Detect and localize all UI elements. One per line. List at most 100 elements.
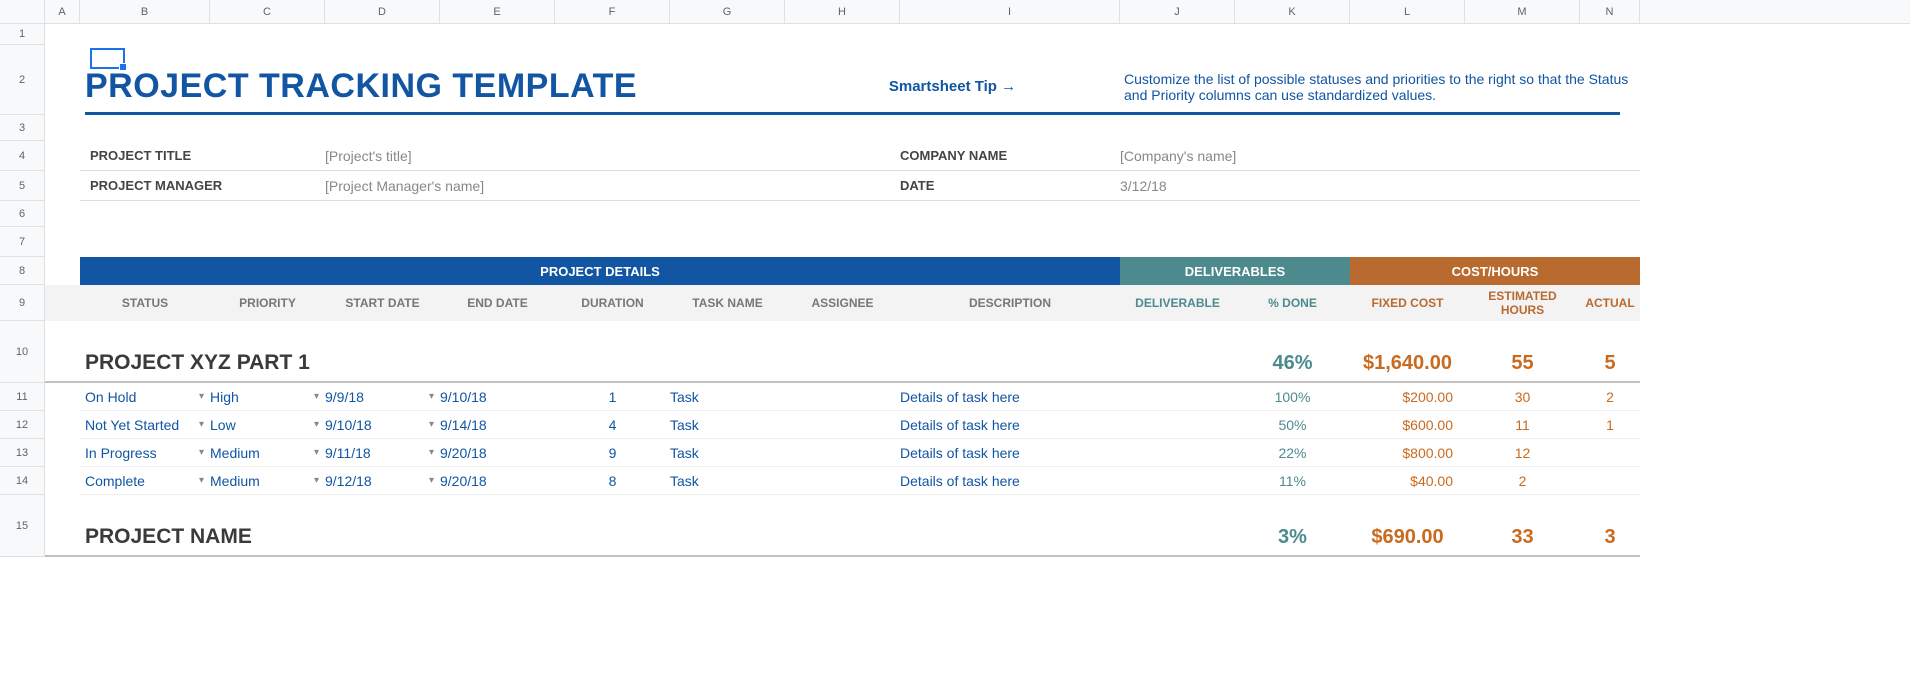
col-header-I[interactable]: I [900,0,1120,23]
task-priority[interactable]: Low▾ [210,411,325,439]
row-header-13[interactable]: 13 [0,439,44,467]
task-start[interactable]: 9/11/18▾ [325,439,440,467]
task-desc[interactable]: Details of task here [900,383,1120,411]
task-cost[interactable]: $600.00 [1350,411,1465,439]
row-header-9[interactable]: 9 [0,285,44,321]
task-actual[interactable] [1580,467,1640,495]
task-deliverable[interactable] [1120,411,1235,439]
task-assignee[interactable] [785,467,900,495]
col-header-E[interactable]: E [440,0,555,23]
col-header-J[interactable]: J [1120,0,1235,23]
col-header-C[interactable]: C [210,0,325,23]
project-manager-value[interactable]: [Project Manager's name] [325,178,900,194]
task-pct[interactable]: 100% [1235,383,1350,411]
dropdown-caret-icon[interactable]: ▾ [429,475,434,486]
row-header-1[interactable]: 1 [0,24,44,45]
row-header-7[interactable]: 7 [0,227,44,257]
row-header-4[interactable]: 4 [0,141,44,171]
task-status[interactable]: On Hold▾ [80,383,210,411]
task-end[interactable]: 9/20/18 [440,439,555,467]
row-header-11[interactable]: 11 [0,383,44,411]
task-task[interactable]: Task [670,411,785,439]
col-header-N[interactable]: N [1580,0,1640,23]
task-duration[interactable]: 4 [555,411,670,439]
dropdown-caret-icon[interactable]: ▾ [314,419,319,430]
task-deliverable[interactable] [1120,439,1235,467]
date-value[interactable]: 3/12/18 [1120,178,1640,194]
task-desc[interactable]: Details of task here [900,467,1120,495]
task-est[interactable]: 30 [1465,383,1580,411]
row-header-10[interactable]: 10 [0,321,44,383]
task-actual[interactable]: 1 [1580,411,1640,439]
task-priority[interactable]: High▾ [210,383,325,411]
task-est[interactable]: 2 [1465,467,1580,495]
col-header-L[interactable]: L [1350,0,1465,23]
task-deliverable[interactable] [1120,467,1235,495]
task-assignee[interactable] [785,383,900,411]
col-header-B[interactable]: B [80,0,210,23]
task-duration[interactable]: 9 [555,439,670,467]
task-end[interactable]: 9/20/18 [440,467,555,495]
row-header-5[interactable]: 5 [0,171,44,201]
task-task[interactable]: Task [670,383,785,411]
dropdown-caret-icon[interactable]: ▾ [314,475,319,486]
dropdown-caret-icon[interactable]: ▾ [429,447,434,458]
task-task[interactable]: Task [670,439,785,467]
task-end[interactable]: 9/10/18 [440,383,555,411]
row-header-12[interactable]: 12 [0,411,44,439]
smartsheet-tip-link[interactable]: Smartsheet Tip → [785,78,1120,95]
row-header-6[interactable]: 6 [0,201,44,227]
col-header-M[interactable]: M [1465,0,1580,23]
task-start[interactable]: 9/12/18▾ [325,467,440,495]
task-status[interactable]: In Progress▾ [80,439,210,467]
col-header-F[interactable]: F [555,0,670,23]
task-start[interactable]: 9/10/18▾ [325,411,440,439]
task-start[interactable]: 9/9/18▾ [325,383,440,411]
task-status-text: Not Yet Started [85,417,179,433]
task-duration[interactable]: 1 [555,383,670,411]
task-est[interactable]: 11 [1465,411,1580,439]
task-priority[interactable]: Medium▾ [210,439,325,467]
dropdown-caret-icon[interactable]: ▾ [429,419,434,430]
dropdown-caret-icon[interactable]: ▾ [199,391,204,402]
task-deliverable[interactable] [1120,383,1235,411]
task-actual[interactable]: 2 [1580,383,1640,411]
task-assignee[interactable] [785,411,900,439]
dropdown-caret-icon[interactable]: ▾ [314,391,319,402]
task-est[interactable]: 12 [1465,439,1580,467]
col-header-G[interactable]: G [670,0,785,23]
task-cost[interactable]: $800.00 [1350,439,1465,467]
company-name-value[interactable]: [Company's name] [1120,148,1640,164]
task-pct[interactable]: 50% [1235,411,1350,439]
task-task[interactable]: Task [670,467,785,495]
task-cost[interactable]: $40.00 [1350,467,1465,495]
dropdown-caret-icon[interactable]: ▾ [314,447,319,458]
row-header-15[interactable]: 15 [0,495,44,557]
col-header-D[interactable]: D [325,0,440,23]
row-header-14[interactable]: 14 [0,467,44,495]
dropdown-caret-icon[interactable]: ▾ [199,475,204,486]
dropdown-caret-icon[interactable]: ▾ [199,447,204,458]
task-duration[interactable]: 8 [555,467,670,495]
task-cost[interactable]: $200.00 [1350,383,1465,411]
dropdown-caret-icon[interactable]: ▾ [199,419,204,430]
row-header-8[interactable]: 8 [0,257,44,285]
col-header-A[interactable]: A [45,0,80,23]
dropdown-caret-icon[interactable]: ▾ [429,391,434,402]
task-pct[interactable]: 22% [1235,439,1350,467]
select-all-corner[interactable] [0,0,44,24]
row-header-3[interactable]: 3 [0,115,44,141]
task-desc[interactable]: Details of task here [900,439,1120,467]
task-priority[interactable]: Medium▾ [210,467,325,495]
project-title-value[interactable]: [Project's title] [325,148,900,164]
task-assignee[interactable] [785,439,900,467]
task-end[interactable]: 9/14/18 [440,411,555,439]
task-status[interactable]: Complete▾ [80,467,210,495]
task-desc[interactable]: Details of task here [900,411,1120,439]
col-header-K[interactable]: K [1235,0,1350,23]
task-actual[interactable] [1580,439,1640,467]
task-pct[interactable]: 11% [1235,467,1350,495]
task-status[interactable]: Not Yet Started ▾ [80,411,210,439]
col-header-H[interactable]: H [785,0,900,23]
row-header-2[interactable]: 2 [0,45,44,115]
